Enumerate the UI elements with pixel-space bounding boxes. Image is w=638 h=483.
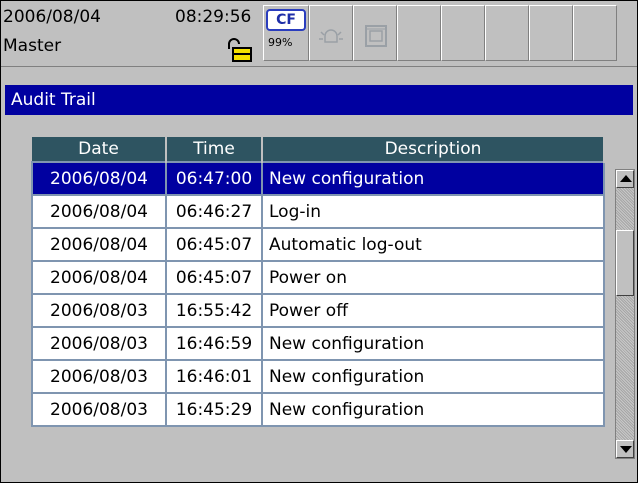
- cell-time: 16:45:29: [165, 392, 263, 427]
- cell-time: 16:46:01: [165, 359, 263, 394]
- vertical-scrollbar[interactable]: [615, 169, 635, 459]
- status-bar: 2006/08/04 08:29:56 Master CF 99%: [1, 1, 637, 67]
- screen-title: Audit Trail: [5, 85, 633, 115]
- table-row[interactable]: 2006/08/03 16:46:59 New configuration: [31, 326, 605, 361]
- status-time: 08:29:56: [175, 7, 252, 27]
- table-row[interactable]: 2006/08/03 16:45:29 New configuration: [31, 392, 605, 427]
- storage-label: CF: [266, 9, 306, 31]
- scroll-up-button[interactable]: [616, 170, 634, 188]
- cell-date: 2006/08/03: [31, 293, 167, 328]
- table-row[interactable]: 2006/08/04 06:45:07 Power on: [31, 260, 605, 295]
- cell-time: 16:46:59: [165, 326, 263, 361]
- display-slot[interactable]: [353, 5, 397, 61]
- cell-time: 06:45:07: [165, 227, 263, 262]
- table-row[interactable]: 2006/08/04 06:46:27 Log-in: [31, 194, 605, 229]
- arrow-up-icon: [620, 175, 632, 182]
- cell-date: 2006/08/03: [31, 326, 167, 361]
- cell-description: New configuration: [261, 392, 605, 427]
- header-date: Date: [32, 137, 167, 162]
- empty-slot[interactable]: [573, 5, 617, 61]
- table-row[interactable]: 2006/08/04 06:47:00 New configuration: [31, 161, 605, 196]
- cell-time: 06:47:00: [165, 161, 263, 196]
- table-header-row: Date Time Description: [32, 137, 605, 162]
- cell-date: 2006/08/04: [31, 260, 167, 295]
- display-icon: [365, 25, 387, 47]
- cell-description: Automatic log-out: [261, 227, 605, 262]
- table-row[interactable]: 2006/08/03 16:46:01 New configuration: [31, 359, 605, 394]
- empty-slot[interactable]: [397, 5, 441, 61]
- status-date: 2006/08/04: [3, 7, 101, 27]
- cell-description: New configuration: [261, 359, 605, 394]
- empty-slot[interactable]: [485, 5, 529, 61]
- storage-percent: 99%: [268, 36, 293, 49]
- cf-card-icon: CF 99%: [264, 6, 308, 52]
- cell-date: 2006/08/03: [31, 392, 167, 427]
- alarm-bell-icon: [319, 29, 343, 43]
- cell-date: 2006/08/03: [31, 359, 167, 394]
- status-user: Master: [3, 36, 62, 56]
- header-description: Description: [262, 137, 605, 162]
- audit-trail-table: Date Time Description 2006/08/04 06:47:00…: [31, 137, 605, 427]
- table-row[interactable]: 2006/08/04 06:45:07 Automatic log-out: [31, 227, 605, 262]
- cell-description: New configuration: [261, 326, 605, 361]
- cell-time: 16:55:42: [165, 293, 263, 328]
- lock-open-icon: [228, 38, 252, 62]
- empty-slot[interactable]: [529, 5, 573, 61]
- scroll-down-button[interactable]: [616, 440, 634, 458]
- empty-slot[interactable]: [441, 5, 485, 61]
- cell-description: Log-in: [261, 194, 605, 229]
- cell-time: 06:46:27: [165, 194, 263, 229]
- cf-card-slot[interactable]: CF 99%: [263, 5, 309, 61]
- cell-description: New configuration: [261, 161, 605, 196]
- status-datetime: 2006/08/04 08:29:56 Master: [3, 5, 261, 63]
- device-screen: 2006/08/04 08:29:56 Master CF 99% Audit …: [0, 0, 638, 483]
- scroll-thumb[interactable]: [616, 230, 634, 296]
- cell-time: 06:45:07: [165, 260, 263, 295]
- cell-description: Power on: [261, 260, 605, 295]
- cell-date: 2006/08/04: [31, 161, 167, 196]
- table-row[interactable]: 2006/08/03 16:55:42 Power off: [31, 293, 605, 328]
- alarm-slot[interactable]: [309, 5, 353, 61]
- cell-date: 2006/08/04: [31, 227, 167, 262]
- arrow-down-icon: [620, 446, 632, 453]
- cell-description: Power off: [261, 293, 605, 328]
- header-time: Time: [166, 137, 263, 162]
- cell-date: 2006/08/04: [31, 194, 167, 229]
